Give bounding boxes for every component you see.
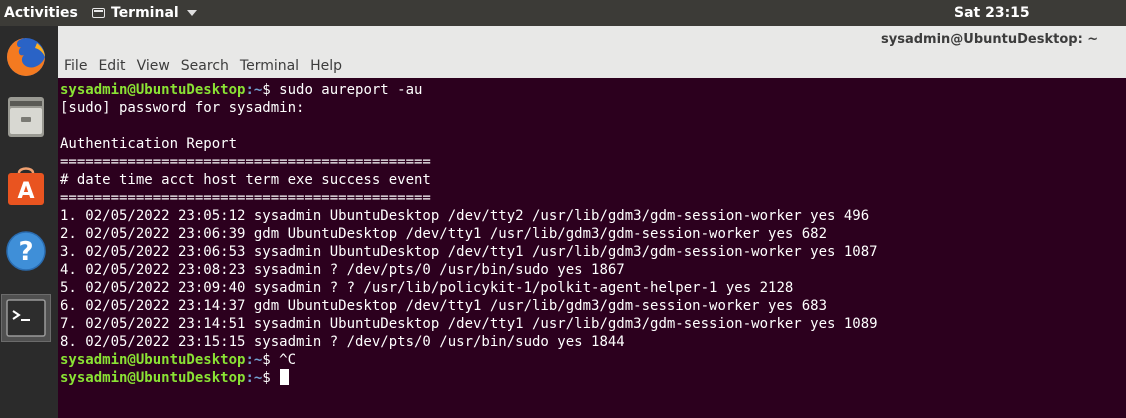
files-icon[interactable] — [3, 94, 49, 140]
prompt-user: sysadmin@UbuntuDesktop — [60, 82, 246, 98]
menu-file[interactable]: File — [64, 58, 87, 74]
output-line: 7. 02/05/2022 23:14:51 sysadmin UbuntuDe… — [60, 316, 878, 332]
output-line: Authentication Report — [60, 136, 238, 152]
terminal-icon — [92, 8, 105, 18]
prompt-user: sysadmin@UbuntuDesktop — [60, 352, 246, 368]
prompt-path: :~ — [245, 370, 263, 386]
output-line: 1. 02/05/2022 23:05:12 sysadmin UbuntuDe… — [60, 208, 870, 224]
window-title: sysadmin@UbuntuDesktop: ~ — [881, 32, 1099, 47]
text-cursor — [280, 369, 290, 385]
command-text: ^C — [279, 352, 297, 368]
menu-terminal[interactable]: Terminal — [240, 58, 299, 74]
output-line: 8. 02/05/2022 23:15:15 sysadmin ? /dev/p… — [60, 334, 625, 350]
output-line: 4. 02/05/2022 23:08:23 sysadmin ? /dev/p… — [60, 262, 625, 278]
firefox-icon[interactable] — [3, 34, 49, 80]
output-line: 6. 02/05/2022 23:14:37 gdm UbuntuDesktop… — [60, 298, 828, 314]
top-bar: Activities Terminal Sat 23:15 — [0, 0, 1126, 26]
menu-bar: File Edit View Search Terminal Help — [64, 58, 342, 74]
help-icon[interactable]: ? — [3, 228, 49, 274]
output-line: ========================================… — [60, 154, 431, 170]
output-line: 5. 02/05/2022 23:09:40 sysadmin ? ? /usr… — [60, 280, 794, 296]
prompt-sign: $ — [262, 82, 280, 98]
clock[interactable]: Sat 23:15 — [954, 0, 1030, 26]
menu-search[interactable]: Search — [181, 58, 229, 74]
output-line: ========================================… — [60, 190, 431, 206]
menu-view[interactable]: View — [137, 58, 170, 74]
terminal-output: sysadmin@UbuntuDesktop:~$ sudo aureport … — [60, 81, 878, 387]
svg-text:A: A — [17, 179, 34, 204]
menu-edit[interactable]: Edit — [98, 58, 125, 74]
menu-help[interactable]: Help — [310, 58, 342, 74]
prompt-sign: $ — [262, 352, 280, 368]
prompt-user: sysadmin@UbuntuDesktop — [60, 370, 246, 386]
prompt-path: :~ — [245, 82, 263, 98]
svg-text:?: ? — [18, 237, 33, 267]
caret-down-icon — [186, 10, 197, 16]
app-menu-button[interactable]: Terminal — [92, 0, 197, 26]
output-line: 3. 02/05/2022 23:06:53 sysadmin UbuntuDe… — [60, 244, 878, 260]
dock: A ? — [0, 26, 58, 418]
output-line: [sudo] password for sysadmin: — [60, 100, 305, 116]
prompt-line: sysadmin@UbuntuDesktop:~$ — [60, 369, 290, 386]
output-line: # date time acct host term exe success e… — [60, 172, 431, 188]
terminal-area[interactable]: sysadmin@UbuntuDesktop:~$ sudo aureport … — [58, 78, 1126, 418]
window-titlebar[interactable]: sysadmin@UbuntuDesktop: ~ File Edit View… — [58, 26, 1126, 78]
terminal-icon[interactable] — [1, 294, 51, 342]
software-center-icon[interactable]: A — [3, 162, 49, 208]
terminal-window: sysadmin@UbuntuDesktop: ~ File Edit View… — [58, 26, 1126, 418]
output-line: 2. 02/05/2022 23:06:39 gdm UbuntuDesktop… — [60, 226, 828, 242]
prompt-line: sysadmin@UbuntuDesktop:~$ ^C — [60, 352, 296, 368]
command-text: sudo aureport -au — [279, 82, 423, 98]
prompt-sign: $ — [262, 370, 280, 386]
app-menu-label: Terminal — [111, 5, 179, 21]
prompt-line: sysadmin@UbuntuDesktop:~$ sudo aureport … — [60, 82, 422, 98]
prompt-path: :~ — [245, 352, 263, 368]
activities-button[interactable]: Activities — [4, 0, 78, 26]
